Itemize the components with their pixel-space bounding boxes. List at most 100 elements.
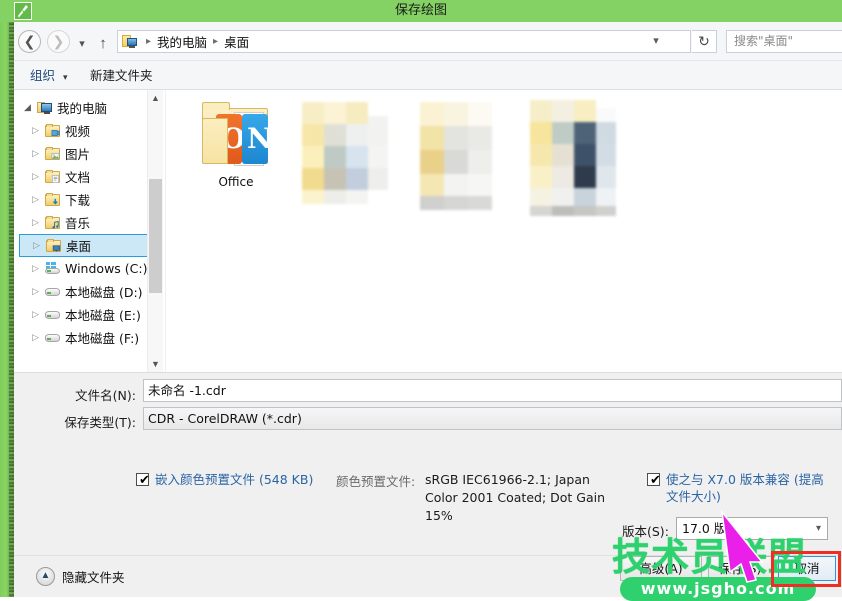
breadcrumb-item-1[interactable]: 桌面	[224, 32, 249, 51]
new-folder-button[interactable]: 新建文件夹	[90, 66, 153, 85]
save-drawing-dialog: 保存绘图 ❮ ❯ ▾ ↑ ▸ 我的电脑 ▸ 桌面 ▾ ↻ 搜索"桌面" 组织 ▾…	[0, 0, 842, 601]
tree-item-videos[interactable]: ▷ 视频	[14, 119, 165, 142]
breadcrumb-separator: ▸	[146, 36, 152, 47]
tree-item-label: Windows (C:)	[65, 261, 148, 276]
twisty-collapsed-icon[interactable]: ▷	[32, 310, 44, 320]
folder-desktop-icon	[45, 238, 62, 253]
tree-item-documents[interactable]: ▷ 文档	[14, 165, 165, 188]
navigation-bar: ❮ ❯ ▾ ↑ ▸ 我的电脑 ▸ 桌面 ▾ ↻ 搜索"桌面"	[14, 22, 842, 61]
chevron-up-circle-icon[interactable]: ▲	[36, 567, 55, 586]
drive-icon	[44, 307, 61, 322]
filename-label: 文件名(N):	[75, 388, 136, 403]
twisty-expanded-icon[interactable]: ◢	[24, 103, 36, 113]
x7-compatibility-label[interactable]: 使之与 X7.0 版本兼容 (提高文件大小)	[666, 471, 826, 505]
tree-item-label: 本地磁盘 (E:)	[65, 308, 141, 323]
tree-item-drive-f[interactable]: ▷ 本地磁盘 (F:)	[14, 326, 165, 349]
filetype-select[interactable]: CDR - CorelDRAW (*.cdr)	[143, 407, 842, 430]
computer-icon	[36, 100, 53, 115]
breadcrumb-item-0[interactable]: 我的电脑	[157, 32, 207, 51]
breadcrumb-separator: ▸	[213, 36, 219, 47]
tree-item-label: 下载	[65, 193, 91, 208]
search-input[interactable]: 搜索"桌面"	[726, 30, 842, 53]
tree-item-windows-c[interactable]: ▷ Windows (C:)	[14, 257, 165, 280]
file-item-blurred-1[interactable]	[292, 90, 404, 217]
tree-item-pictures[interactable]: ▷ 图片	[14, 142, 165, 165]
folder-music-icon	[44, 215, 61, 230]
twisty-collapsed-icon[interactable]: ▷	[33, 241, 45, 251]
twisty-collapsed-icon[interactable]: ▷	[32, 333, 44, 343]
windows-drive-icon	[44, 261, 61, 276]
tree-scrollbar[interactable]: ▲ ▼	[147, 90, 163, 372]
tree-item-music[interactable]: ▷ 音乐	[14, 211, 165, 234]
drive-icon	[44, 330, 61, 345]
command-bar: 组织 ▾ 新建文件夹	[14, 61, 842, 90]
chrome-texture	[9, 0, 14, 597]
file-list-pane[interactable]: O N Office	[166, 90, 842, 372]
tree-item-label: 视频	[65, 124, 91, 139]
computer-icon	[122, 34, 138, 49]
checkmark-icon: ✔	[650, 472, 661, 487]
address-bar[interactable]: ▸ 我的电脑 ▸ 桌面 ▾	[117, 30, 691, 53]
drive-icon	[44, 284, 61, 299]
title-bar: 保存绘图	[0, 0, 842, 22]
tree-item-downloads[interactable]: ▷ 下载	[14, 188, 165, 211]
twisty-collapsed-icon[interactable]: ▷	[32, 287, 44, 297]
refresh-icon[interactable]: ↻	[692, 30, 717, 53]
organize-button[interactable]: 组织 ▾	[30, 66, 68, 85]
window-chrome-left-edge	[0, 0, 14, 597]
tree-item-desktop[interactable]: ▷ 桌面	[19, 234, 161, 257]
folder-video-icon	[44, 123, 61, 138]
up-arrow-icon[interactable]: ↑	[94, 33, 112, 52]
file-item-office[interactable]: O N Office	[180, 100, 292, 189]
file-item-blurred-3[interactable]	[518, 90, 630, 217]
window-title: 保存绘图	[394, 3, 447, 18]
file-item-label: Office	[218, 175, 254, 189]
tree-item-label: 音乐	[65, 216, 91, 231]
folder-downloads-icon	[44, 192, 61, 207]
folder-icon	[296, 90, 400, 214]
color-profile-label: 颜色预置文件:	[336, 474, 416, 489]
twisty-collapsed-icon[interactable]: ▷	[32, 149, 44, 159]
embed-color-profile-checkbox[interactable]: ✔	[136, 472, 150, 487]
tree-item-drive-d[interactable]: ▷ 本地磁盘 (D:)	[14, 280, 165, 303]
forward-arrow-icon[interactable]: ❯	[47, 30, 70, 53]
checkmark-icon: ✔	[139, 472, 150, 487]
hide-folders-label: 隐藏文件夹	[62, 570, 125, 585]
folder-icon	[410, 90, 514, 214]
tree-item-drive-e[interactable]: ▷ 本地磁盘 (E:)	[14, 303, 165, 326]
scroll-up-icon[interactable]: ▲	[148, 90, 163, 106]
chevron-down-icon[interactable]: ▾	[646, 31, 666, 52]
version-value: 17.0 版	[682, 521, 727, 536]
filename-input[interactable]: 未命名 -1.cdr	[143, 379, 842, 402]
organize-label: 组织	[30, 68, 56, 83]
recent-locations-chevron-icon[interactable]: ▾	[74, 34, 90, 50]
twisty-collapsed-icon[interactable]: ▷	[32, 264, 44, 274]
tree-item-label: 桌面	[66, 239, 92, 254]
office-folder-icon: O N	[194, 100, 278, 172]
filetype-label: 保存类型(T):	[64, 415, 136, 430]
folder-icon	[522, 90, 626, 216]
scrollbar-thumb[interactable]	[149, 179, 162, 293]
twisty-collapsed-icon[interactable]: ▷	[32, 195, 44, 205]
tree-item-my-computer[interactable]: ◢ 我的电脑	[14, 96, 165, 119]
twisty-collapsed-icon[interactable]: ▷	[32, 218, 44, 228]
tree-item-label: 我的电脑	[57, 101, 108, 116]
twisty-collapsed-icon[interactable]: ▷	[32, 126, 44, 136]
embed-color-profile-label[interactable]: 嵌入颜色预置文件 (548 KB)	[155, 471, 321, 488]
tree-item-label: 本地磁盘 (F:)	[65, 331, 140, 346]
color-profile-value: sRGB IEC61966-2.1; Japan Color 2001 Coat…	[425, 472, 606, 523]
x7-compatibility-checkbox[interactable]: ✔	[647, 472, 661, 487]
chevron-down-icon: ▾	[63, 73, 68, 83]
tree-item-label: 文档	[65, 170, 91, 185]
hide-folders-button[interactable]: ▲ 隐藏文件夹	[36, 567, 125, 586]
tree-item-label: 图片	[65, 147, 91, 162]
scroll-down-icon[interactable]: ▼	[148, 356, 163, 372]
chevron-down-icon: ▾	[815, 523, 821, 534]
folder-pictures-icon	[44, 146, 61, 161]
navigation-tree[interactable]: ◢ 我的电脑 ▷ 视频 ▷ 图片 ▷ 文档 ▷ 下载 ▷ 音乐 ▷ 桌面 ▷ W…	[14, 90, 165, 372]
tree-item-label: 本地磁盘 (D:)	[65, 285, 143, 300]
back-arrow-icon[interactable]: ❮	[18, 30, 41, 53]
highlight-rectangle	[771, 551, 841, 587]
twisty-collapsed-icon[interactable]: ▷	[32, 172, 44, 182]
file-item-blurred-2[interactable]	[406, 90, 518, 217]
